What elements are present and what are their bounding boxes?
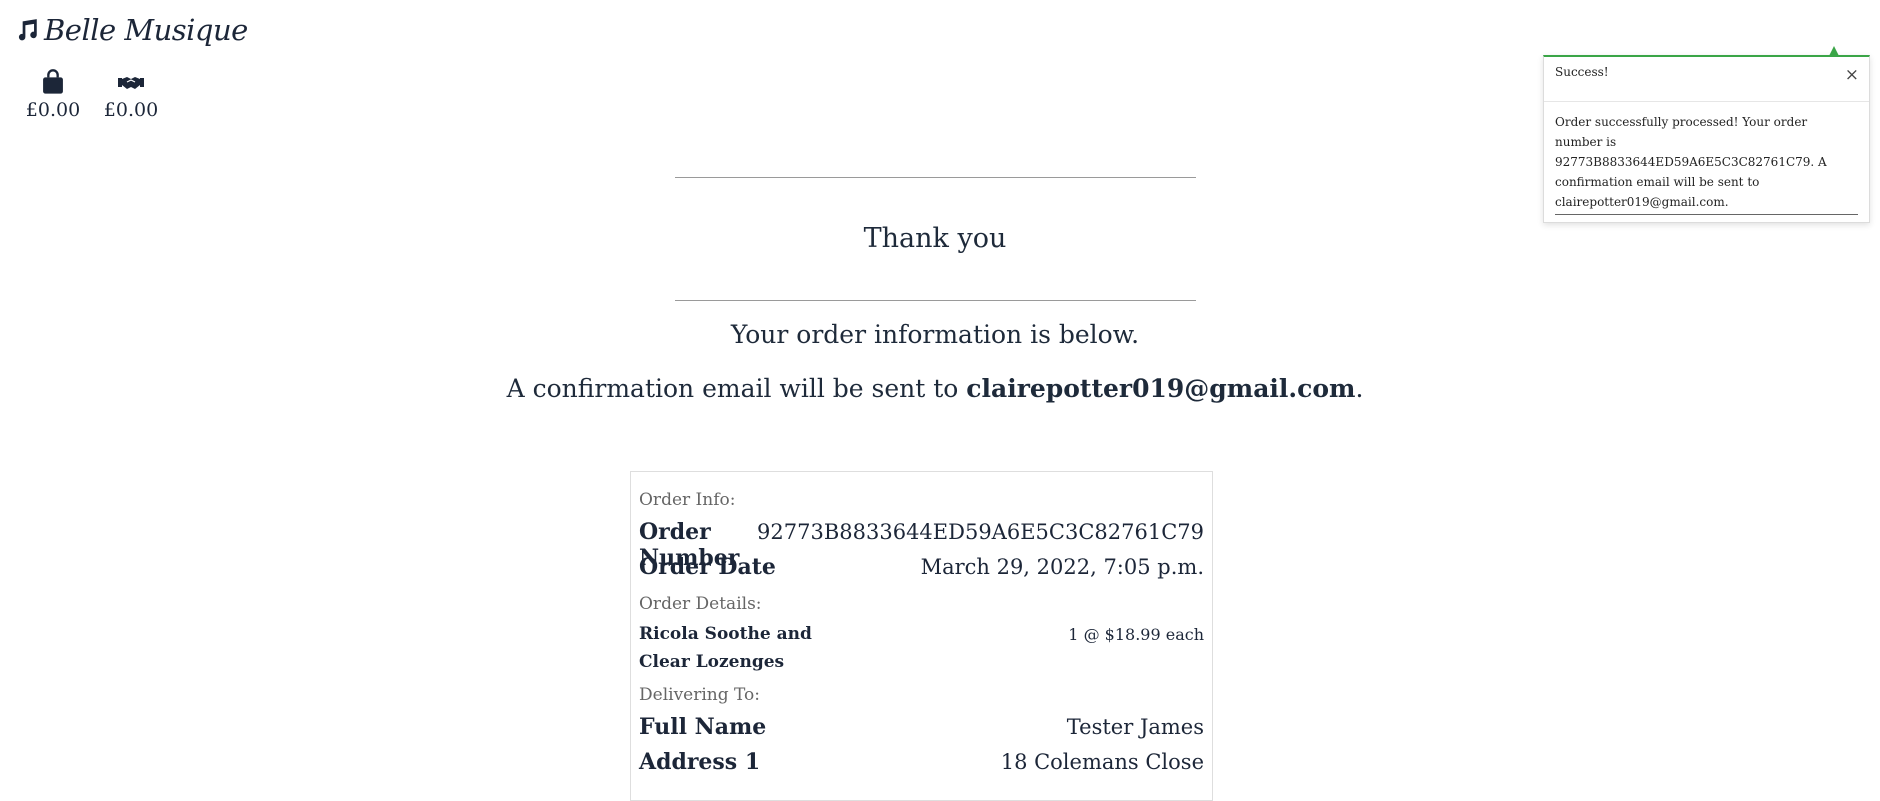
- order-summary-card: Order Info: Order Number 92773B8833644ED…: [630, 471, 1213, 801]
- order-item-name: Ricola Soothe and Clear Lozenges: [639, 620, 812, 676]
- page-title: Thank you: [863, 223, 1007, 254]
- order-date-row: Order Date March 29, 2022, 7:05 p.m.: [639, 554, 1204, 580]
- close-icon[interactable]: ×: [1845, 67, 1859, 84]
- email-prefix: A confirmation email will be sent to: [506, 374, 967, 403]
- order-info-intro: Your order information is below.: [730, 320, 1140, 349]
- order-info-label: Order Info:: [639, 490, 736, 510]
- toast-header: Success! ×: [1544, 57, 1869, 102]
- top-divider: [675, 177, 1196, 178]
- order-item-name-line2: Clear Lozenges: [639, 652, 785, 672]
- address-1-row: Address 1 18 Colemans Close: [639, 749, 1204, 775]
- confirmation-email-line: A confirmation email will be sent to cla…: [0, 374, 1870, 403]
- full-name-value: Tester James: [1066, 715, 1204, 739]
- order-date-label: Order Date: [639, 554, 776, 580]
- handshake-icon: [118, 77, 144, 89]
- success-toast: Success! × Order successfully processed!…: [1543, 46, 1870, 223]
- address-1-value: 18 Colemans Close: [1000, 750, 1204, 774]
- order-item-name-line1: Ricola Soothe and: [639, 624, 812, 644]
- order-item-quantity: 1 @ $18.99 each: [1068, 625, 1204, 644]
- shopping-bag-link[interactable]: £0.00: [26, 68, 80, 121]
- brand-logo[interactable]: Belle Musique: [14, 10, 248, 50]
- order-date-value: March 29, 2022, 7:05 p.m.: [920, 555, 1204, 579]
- full-name-row: Full Name Tester James: [639, 714, 1204, 740]
- toast-arrow: [1829, 46, 1839, 56]
- order-details-label: Order Details:: [639, 594, 762, 614]
- toast-divider: [1555, 214, 1858, 215]
- delivering-to-label: Delivering To:: [639, 685, 761, 705]
- email-suffix: .: [1355, 374, 1364, 403]
- toast-message: Order successfully processed! Your order…: [1555, 115, 1827, 209]
- order-number-value: 92773B8833644ED59A6E5C3C82761C79: [757, 520, 1204, 544]
- header-nav: £0.00 £0.00: [26, 68, 182, 121]
- order-item-row: Ricola Soothe and Clear Lozenges 1 @ $18…: [639, 620, 1204, 676]
- bottom-divider: [675, 300, 1196, 301]
- address-1-label: Address 1: [639, 749, 761, 775]
- deals-link[interactable]: £0.00: [104, 68, 158, 121]
- full-name-label: Full Name: [639, 714, 767, 740]
- music-note-icon: [18, 19, 37, 41]
- bag-total: £0.00: [25, 99, 81, 121]
- confirmation-email: clairepotter019@gmail.com: [966, 374, 1356, 403]
- toast-title: Success!: [1555, 65, 1609, 79]
- deals-total: £0.00: [103, 99, 159, 121]
- brand-name: Belle Musique: [44, 13, 248, 47]
- shopping-bag-icon: [43, 69, 63, 94]
